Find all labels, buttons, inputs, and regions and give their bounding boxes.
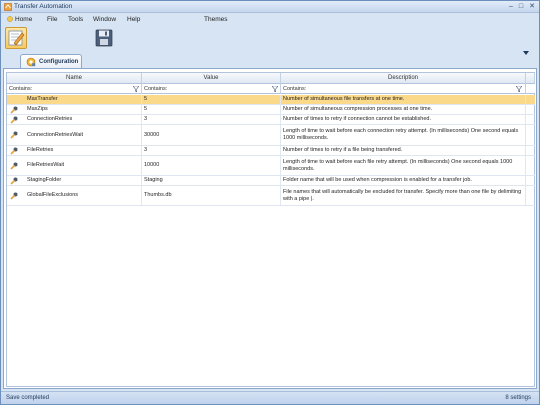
filter-value[interactable]: Contains: <box>142 84 281 94</box>
menu-window[interactable]: Window <box>93 16 116 23</box>
app-icon <box>4 3 12 11</box>
menu-themes[interactable]: Themes <box>204 16 227 23</box>
column-header-name[interactable]: Name <box>7 73 142 84</box>
filter-description[interactable]: Contains: <box>281 84 526 94</box>
cell-value[interactable]: Staging <box>142 176 281 185</box>
toolbar <box>1 26 539 55</box>
table-row[interactable]: FileRetries 3 Number of times to retry i… <box>7 146 535 156</box>
menu-home[interactable]: Home <box>7 16 32 23</box>
cell-name: MaxTransfer <box>7 95 142 104</box>
column-header-value[interactable]: Value <box>142 73 281 84</box>
filter-icon[interactable] <box>133 86 139 92</box>
settings-count: 8 settings <box>505 395 531 401</box>
filter-description-label: Contains: <box>283 86 307 92</box>
app-window: Transfer Automation – □ ✕ Home File Tool… <box>0 0 540 405</box>
edit-icon <box>8 30 25 46</box>
maximize-button[interactable]: □ <box>516 2 526 11</box>
filter-icon[interactable] <box>516 86 522 92</box>
settings-grid: Name Value Description Contains: Contain… <box>6 72 535 387</box>
cell-description: Number of times to retry if connection c… <box>281 115 526 124</box>
cell-description: Folder name that will be used when compr… <box>281 176 526 185</box>
save-button[interactable] <box>93 27 115 49</box>
cell-value[interactable]: 10000 <box>142 156 281 175</box>
title-bar: Transfer Automation – □ ✕ <box>1 1 539 13</box>
cell-description: Length of time to wait before each conne… <box>281 125 526 145</box>
cell-description: Number of times to retry if a file being… <box>281 146 526 155</box>
cell-name: MaxZips <box>7 105 142 114</box>
close-button[interactable]: ✕ <box>527 2 537 11</box>
cell-name: FileRetriesWait <box>7 156 142 175</box>
column-header-spacer <box>526 73 535 84</box>
table-row[interactable]: StagingFolder Staging Folder name that w… <box>7 176 535 186</box>
cell-description: Number of simultaneous compression proce… <box>281 105 526 114</box>
table-row[interactable]: MaxZips 5 Number of simultaneous compres… <box>7 105 535 115</box>
cell-description: Number of simultaneous file transfers at… <box>281 95 526 104</box>
edit-button[interactable] <box>5 27 27 49</box>
save-icon <box>95 29 113 47</box>
filter-icon[interactable] <box>272 86 278 92</box>
tab-configuration-label: Configuration <box>39 59 79 65</box>
table-row[interactable]: GlobalFileExclusions Thumbs.db File name… <box>7 186 535 206</box>
tab-configuration[interactable]: Configuration <box>20 54 82 69</box>
window-title: Transfer Automation <box>14 3 73 10</box>
cell-description: File names that will automatically be ex… <box>281 186 526 205</box>
cell-value[interactable]: 5 <box>142 105 281 114</box>
gear-icon <box>26 57 36 67</box>
status-bar: Save completed 8 settings <box>1 391 539 404</box>
minimize-button[interactable]: – <box>506 2 516 11</box>
table-row[interactable]: ConnectionRetries 3 Number of times to r… <box>7 115 535 125</box>
filter-value-label: Contains: <box>144 86 168 92</box>
cell-value[interactable]: 3 <box>142 115 281 124</box>
column-header-description[interactable]: Description <box>281 73 526 84</box>
menu-file[interactable]: File <box>47 16 57 23</box>
cell-description: Length of time to wait before each file … <box>281 156 526 175</box>
menu-help[interactable]: Help <box>127 16 140 23</box>
table-row[interactable]: ConnectionRetriesWait 30000 Length of ti… <box>7 125 535 146</box>
configuration-panel: Name Value Description Contains: Contain… <box>3 68 537 389</box>
cell-name: ConnectionRetriesWait <box>7 125 142 145</box>
table-row[interactable]: FileRetriesWait 10000 Length of time to … <box>7 156 535 176</box>
cell-value[interactable]: 5 <box>142 95 281 104</box>
cell-value[interactable]: Thumbs.db <box>142 186 281 205</box>
status-message: Save completed <box>6 395 50 401</box>
menu-tools[interactable]: Tools <box>68 16 83 23</box>
table-row[interactable]: MaxTransfer 5 Number of simultaneous fil… <box>7 95 535 105</box>
filter-name-label: Contains: <box>9 86 33 92</box>
cell-name: StagingFolder <box>7 176 142 185</box>
menu-bar: Home File Tools Window Help Themes <box>1 14 539 26</box>
filter-row: Contains: Contains: Contains: <box>7 84 535 94</box>
cell-value[interactable]: 30000 <box>142 125 281 145</box>
filter-name[interactable]: Contains: <box>7 84 142 94</box>
cell-name: ConnectionRetries <box>7 115 142 124</box>
cell-name: GlobalFileExclusions <box>7 186 142 205</box>
cell-value[interactable]: 3 <box>142 146 281 155</box>
tab-strip: Configuration <box>3 54 537 69</box>
menu-home-label: Home <box>15 16 33 23</box>
home-icon <box>7 16 13 22</box>
cell-name: FileRetries <box>7 146 142 155</box>
